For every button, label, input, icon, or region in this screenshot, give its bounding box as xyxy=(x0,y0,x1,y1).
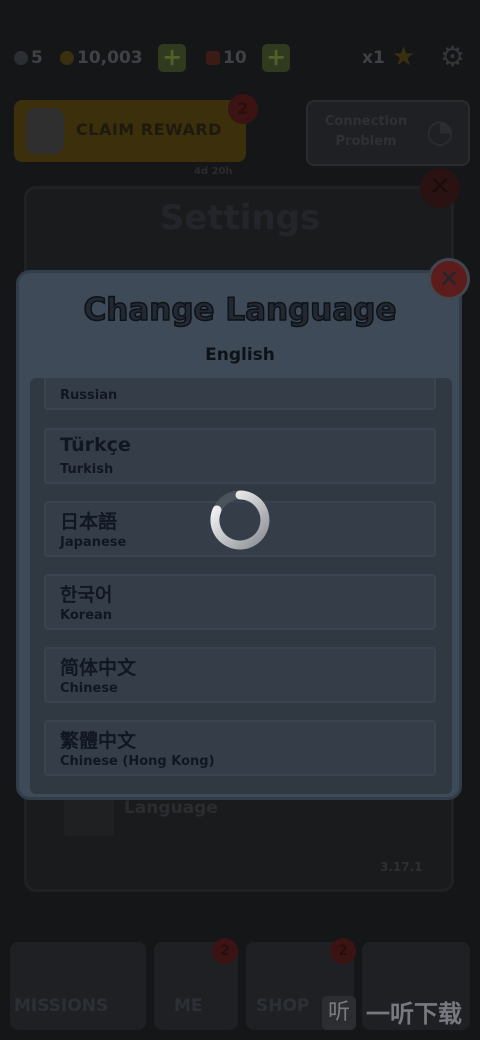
language-native-name: 日本語 xyxy=(60,511,118,533)
no-wifi-icon: ◔ xyxy=(426,112,454,150)
multiplier: x1 xyxy=(362,48,385,68)
add-hoverboards-button[interactable]: + xyxy=(262,44,290,72)
settings-close-button[interactable]: ✕ xyxy=(420,168,460,208)
language-option-russian[interactable]: Russian xyxy=(44,378,436,410)
keys-counter: 5 xyxy=(14,48,43,68)
language-english-name: Russian xyxy=(60,388,118,403)
tab-me-label: ME xyxy=(174,996,203,1016)
hoverboard-icon xyxy=(206,51,220,65)
language-option-chinese[interactable]: 简体中文 Chinese xyxy=(44,647,436,703)
connection-label: Connection Problem xyxy=(324,114,408,149)
language-option-chinese-hong-kong[interactable]: 繁體中文 Chinese (Hong Kong) xyxy=(44,720,436,776)
tab-missions-label: MISSIONS xyxy=(14,996,109,1016)
coins-counter: 10,003 xyxy=(60,48,143,68)
watermark-text: 一听下载 xyxy=(366,1000,462,1028)
hoverboard-counter: 10 xyxy=(206,48,247,68)
current-language: English xyxy=(205,345,275,365)
claim-reward-label: CLAIM REWARD xyxy=(76,120,222,139)
gear-icon[interactable]: ⚙ xyxy=(440,40,465,73)
language-list[interactable]: Russian Türkçe Turkish 日本語 Japanese 한국어 … xyxy=(30,378,452,794)
tab-missions[interactable]: MISSIONS xyxy=(10,942,146,1030)
language-setting-label[interactable]: Language xyxy=(124,798,218,818)
loading-spinner-icon xyxy=(210,490,270,550)
language-option-korean[interactable]: 한국어 Korean xyxy=(44,574,436,630)
language-english-name: Turkish xyxy=(60,462,114,477)
coin-icon xyxy=(60,51,74,65)
language-native-name: 한국어 xyxy=(60,584,113,606)
connection-problem-button[interactable]: Connection Problem ◔ xyxy=(306,100,470,166)
language-native-name: 繁體中文 xyxy=(60,730,137,752)
language-english-name: Japanese xyxy=(60,535,127,550)
dialog-title: Change Language xyxy=(83,291,397,329)
version-label: 3.17.1 xyxy=(380,860,423,874)
language-icon xyxy=(64,796,114,836)
add-coins-button[interactable]: + xyxy=(158,44,186,72)
language-english-name: Korean xyxy=(60,608,113,623)
settings-title: Settings xyxy=(159,198,321,238)
language-english-name: Chinese xyxy=(60,681,118,696)
claim-timer: 4d 20h xyxy=(194,166,233,177)
claim-badge: 2 xyxy=(228,94,258,124)
language-native-name: 简体中文 xyxy=(60,657,137,679)
tab-shop-badge: 2 xyxy=(330,938,356,964)
top-hud: 5 10,003 + 10 + x1 ★ ⚙ xyxy=(0,40,480,80)
star-icon: ★ xyxy=(392,42,416,72)
tab-me-badge: 2 xyxy=(212,938,238,964)
language-native-name: Türkçe xyxy=(60,434,131,456)
tab-shop-label: SHOP xyxy=(256,996,310,1016)
language-english-name: Chinese (Hong Kong) xyxy=(60,754,215,769)
close-icon[interactable]: ✕ xyxy=(428,258,470,300)
key-icon xyxy=(14,51,28,65)
watermark-icon: 听 xyxy=(322,996,356,1030)
reward-character-icon xyxy=(26,108,64,154)
language-option-turkish[interactable]: Türkçe Turkish xyxy=(44,428,436,484)
